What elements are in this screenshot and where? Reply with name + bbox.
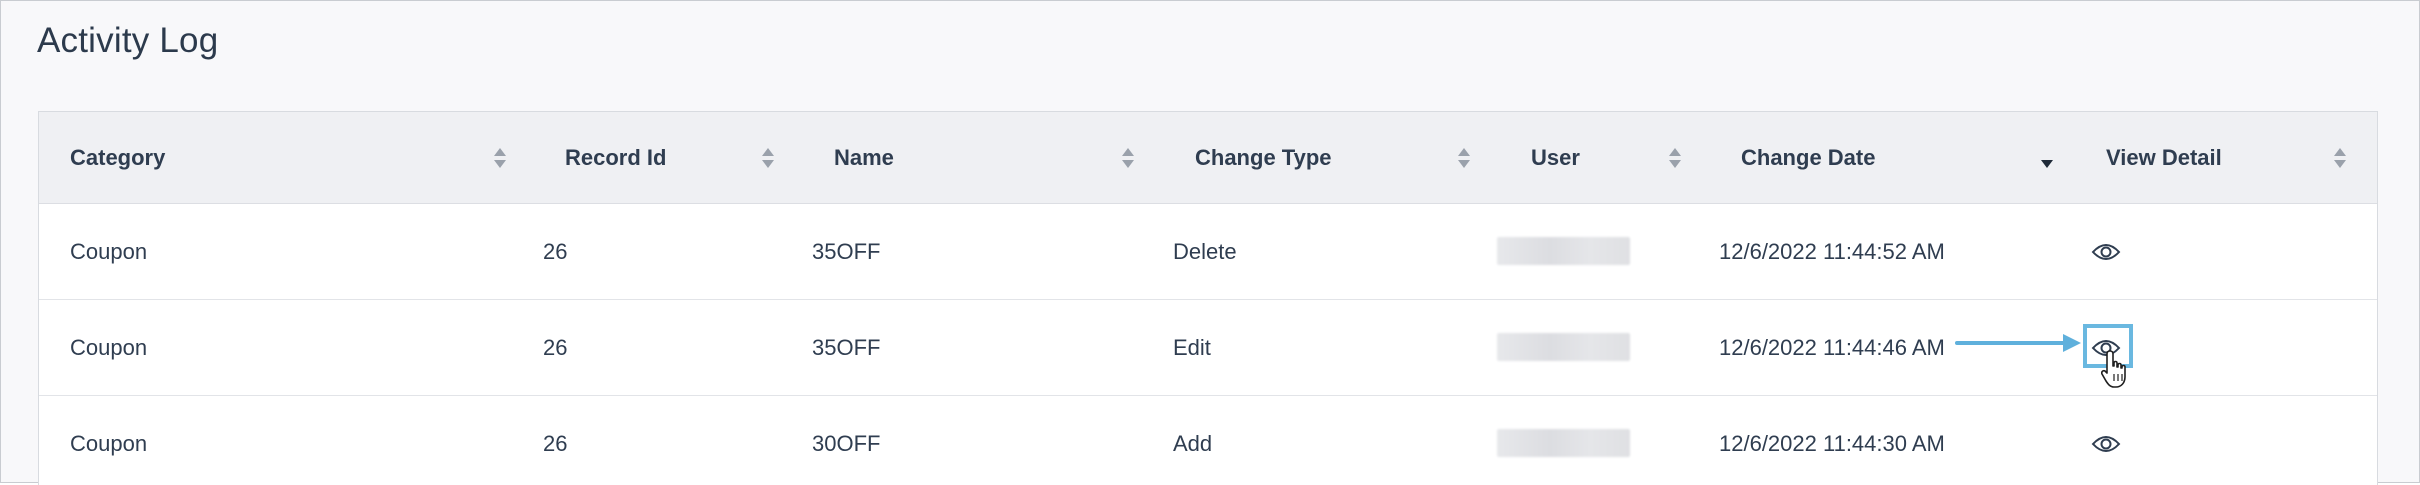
column-header-change-date[interactable]: Change Date xyxy=(1741,112,1875,203)
cell-record-id: 26 xyxy=(543,238,568,264)
activity-log-panel: Activity Log Category Record Id Name Cha… xyxy=(0,0,2420,485)
cell-change-type: Edit xyxy=(1173,334,1211,360)
cell-category: Coupon xyxy=(70,334,148,360)
cell-user-redacted xyxy=(1497,429,1630,457)
sort-descending-icon[interactable] xyxy=(2039,118,2055,209)
table-row: Coupon 26 35OFF Delete 12/6/2022 11:44:5… xyxy=(39,204,2377,300)
cell-category: Coupon xyxy=(70,430,148,456)
column-header-record-id[interactable]: Record Id xyxy=(565,112,666,203)
cell-change-type: Add xyxy=(1173,430,1213,456)
sort-icon[interactable] xyxy=(1456,112,1472,203)
sort-icon[interactable] xyxy=(760,112,776,203)
sort-icon[interactable] xyxy=(492,112,508,203)
cell-record-id: 26 xyxy=(543,334,568,360)
sort-icon[interactable] xyxy=(1667,112,1683,203)
table-header: Category Record Id Name Change Type User… xyxy=(39,112,2377,204)
sort-icon[interactable] xyxy=(1120,112,1136,203)
annotation-arrow xyxy=(1955,334,2081,352)
cell-change-type: Delete xyxy=(1173,238,1237,264)
column-header-change-type[interactable]: Change Type xyxy=(1195,112,1332,203)
table-row: Coupon 26 30OFF Add 12/6/2022 11:44:30 A… xyxy=(39,396,2377,485)
cell-change-date: 12/6/2022 11:44:46 AM xyxy=(1719,334,1945,360)
eye-icon[interactable] xyxy=(2091,429,2121,459)
column-header-view-detail[interactable]: View Detail xyxy=(2106,112,2222,203)
cell-change-date: 12/6/2022 11:44:52 AM xyxy=(1719,238,1945,264)
cell-category: Coupon xyxy=(70,238,148,264)
column-header-name[interactable]: Name xyxy=(834,112,894,203)
cell-name: 35OFF xyxy=(812,334,881,360)
cell-name: 35OFF xyxy=(812,238,881,264)
cell-change-date: 12/6/2022 11:44:30 AM xyxy=(1719,430,1945,456)
sort-icon[interactable] xyxy=(2332,112,2348,203)
column-header-category[interactable]: Category xyxy=(70,112,165,203)
cell-user-redacted xyxy=(1497,333,1630,361)
cell-user-redacted xyxy=(1497,237,1630,265)
page-title: Activity Log xyxy=(37,21,219,60)
eye-icon[interactable] xyxy=(2091,237,2121,267)
activity-log-table: Category Record Id Name Change Type User… xyxy=(38,111,2378,485)
hand-cursor-icon xyxy=(2101,350,2126,388)
column-header-user[interactable]: User xyxy=(1531,112,1580,203)
cell-record-id: 26 xyxy=(543,430,568,456)
cell-name: 30OFF xyxy=(812,430,881,456)
